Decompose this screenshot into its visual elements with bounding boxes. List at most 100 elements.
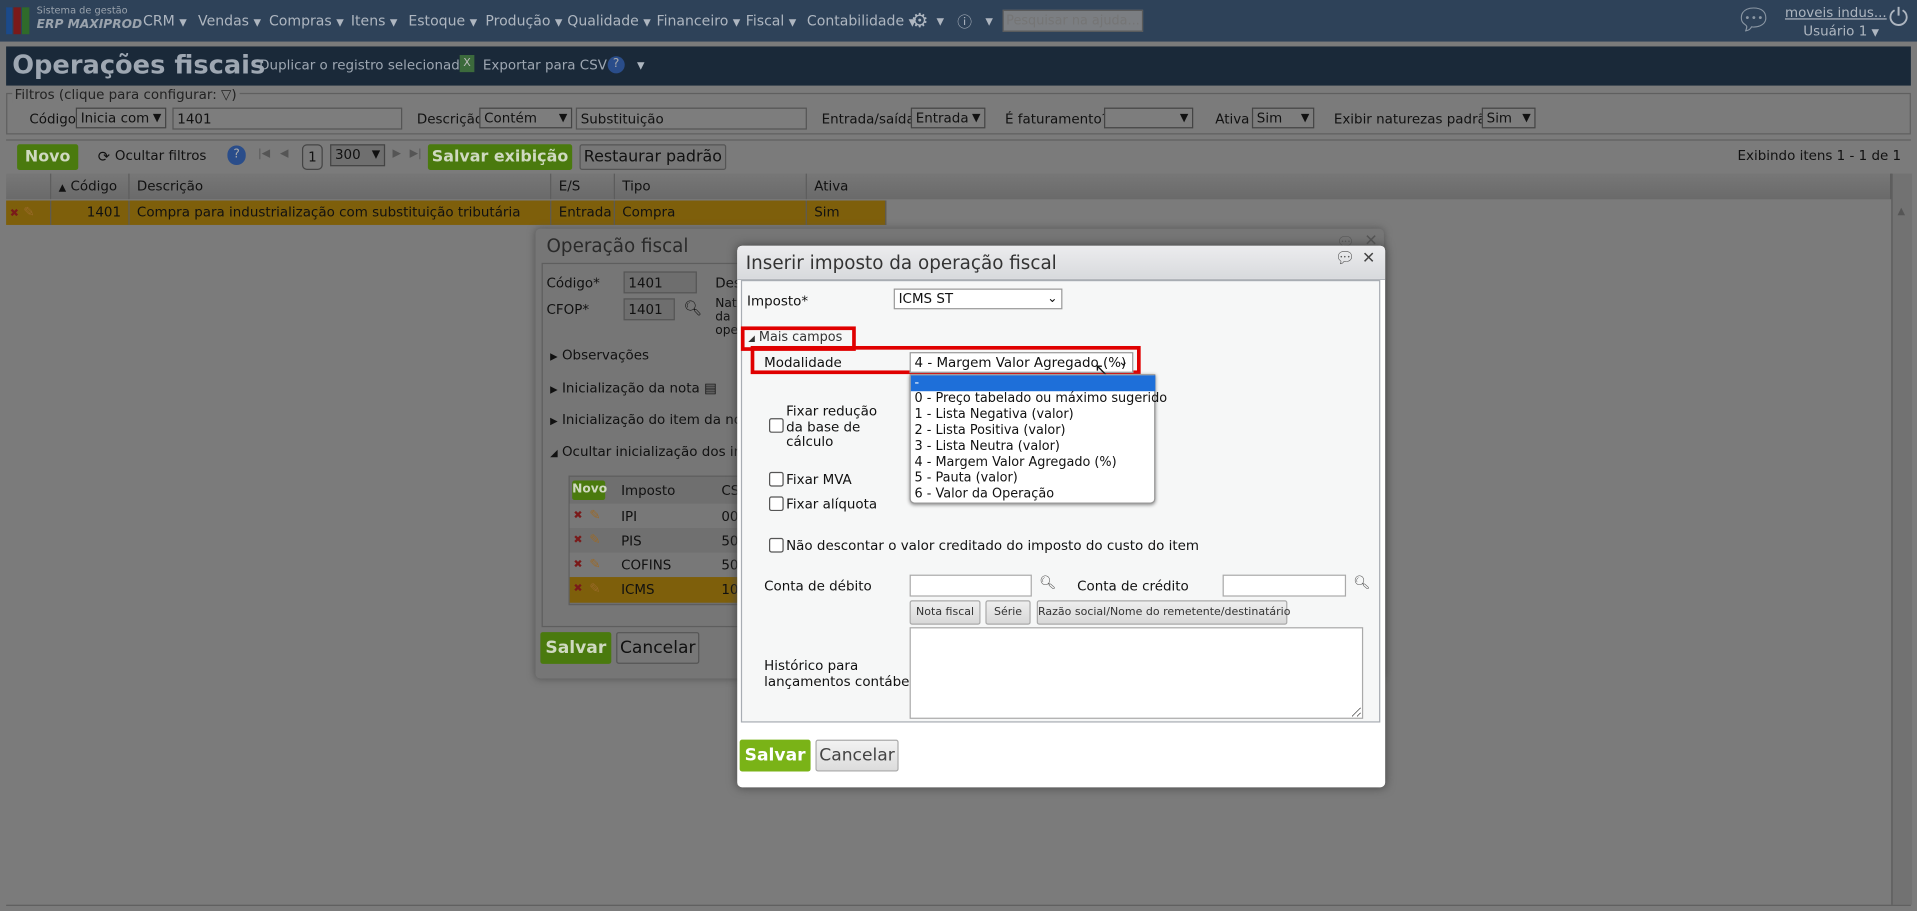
last-page-icon[interactable]: ▶| — [410, 148, 422, 160]
edit-icon[interactable]: ✎ — [589, 556, 600, 572]
modalidade-option[interactable]: 2 - Lista Positiva (valor) — [911, 423, 1156, 439]
duplicate-link[interactable]: Duplicar o registro selecionado — [259, 57, 468, 73]
section-observacoes[interactable]: ▶ Observações — [550, 347, 649, 363]
help-search-input[interactable] — [1002, 9, 1144, 32]
codigo-input[interactable]: 1401 — [623, 271, 697, 294]
filters-legend[interactable]: Filtros (clique para configurar: ▽) — [12, 86, 240, 103]
section-impostos[interactable]: ◢ Ocultar inicialização dos impo — [550, 444, 763, 460]
next-page-icon[interactable]: ▶ — [392, 148, 400, 160]
modalidade-option[interactable]: 3 - Lista Neutra (valor) — [911, 439, 1156, 455]
search-icon[interactable]: 🔍︎ — [1353, 575, 1370, 591]
edit-icon[interactable]: ✎ — [589, 507, 600, 523]
chat-icon[interactable]: 💬︎ — [1735, 2, 1772, 36]
column-header-codigo[interactable]: ▲ Código — [51, 173, 130, 200]
ativa-select[interactable]: Sim ▼ — [1251, 107, 1315, 129]
power-icon[interactable]: ⏻ — [1889, 2, 1908, 31]
table-row[interactable]: ✖ ✎ COFINS 50 — [569, 552, 741, 578]
menu-estoque[interactable]: Estoque ▼ — [408, 12, 477, 29]
cancelar-button[interactable]: Cancelar — [616, 632, 700, 664]
menu-crm[interactable]: CRM ▼ — [143, 12, 187, 29]
exibir-naturezas-select[interactable]: Sim ▼ — [1481, 107, 1536, 129]
refresh-icon[interactable]: ⟳ — [98, 148, 110, 165]
table-row[interactable]: ✖ ✎ ICMS 10 — [569, 577, 741, 603]
user-menu[interactable]: Usuário 1 ▼ — [1803, 23, 1879, 39]
menu-itens[interactable]: Itens ▼ — [351, 12, 398, 29]
first-page-icon[interactable]: |◀ — [258, 148, 270, 160]
token-nota-fiscal-button[interactable]: Nota fiscal — [909, 600, 981, 625]
restaurar-padrao-button[interactable]: Restaurar padrão — [579, 144, 727, 170]
modalidade-option[interactable]: 4 - Margem Valor Agregado (%) — [911, 455, 1156, 471]
conta-debito-input[interactable] — [909, 574, 1032, 597]
menu-fiscal[interactable]: Fiscal ▼ — [746, 12, 797, 29]
section-inicializacao-item[interactable]: ▶ Inicialização do item da nota — [550, 412, 755, 428]
search-icon[interactable]: 🔍︎ — [1039, 575, 1056, 591]
modalidade-option[interactable]: 5 - Pauta (valor) — [911, 471, 1156, 487]
page-size-select[interactable]: 300 ▼ — [330, 144, 386, 167]
column-header-es[interactable]: E/S — [551, 173, 615, 200]
edit-icon[interactable]: ✎ — [589, 581, 600, 597]
codigo-filter-input[interactable]: 1401 — [172, 107, 403, 130]
column-header-tipo[interactable]: Tipo — [614, 173, 807, 200]
delete-icon[interactable]: ✖ — [573, 583, 582, 595]
help-icon[interactable]: ? — [607, 56, 625, 74]
gear-caret-icon[interactable]: ▼ — [936, 16, 944, 27]
menu-financeiro[interactable]: Financeiro ▼ — [657, 12, 741, 29]
menu-vendas[interactable]: Vendas ▼ — [198, 12, 261, 29]
scrollbar[interactable]: ▲ — [1891, 173, 1913, 905]
token-razao-social-button[interactable]: Razão social/Nome do remetente/destinatá… — [1036, 600, 1290, 625]
chat-icon[interactable]: 💬︎ — [1335, 249, 1355, 267]
modalidade-option[interactable]: 0 - Preço tabelado ou máximo sugerido — [911, 391, 1167, 407]
prev-page-icon[interactable]: ◀ — [280, 148, 288, 160]
entrada-saida-select[interactable]: Entrada ▼ — [910, 107, 986, 129]
modalidade-option[interactable]: - — [910, 375, 1156, 392]
edit-icon[interactable]: ✎ — [589, 532, 600, 548]
salvar-exibicao-button[interactable]: Salvar exibição — [427, 144, 573, 170]
cfop-input[interactable]: 1401 — [623, 298, 675, 321]
menu-compras[interactable]: Compras ▼ — [269, 12, 344, 29]
section-inicializacao-nota[interactable]: ▶ Inicialização da nota ▤ — [550, 380, 717, 396]
delete-icon[interactable]: ✖ — [10, 208, 19, 220]
filter-icon[interactable]: ▽ — [221, 87, 231, 103]
descricao-filter-input[interactable]: Substituição — [575, 107, 807, 130]
codigo-operator-select[interactable]: Inicia com ▼ — [75, 107, 167, 129]
menu-producao[interactable]: Produção ▼ — [485, 12, 562, 29]
column-header-descricao[interactable]: Descrição — [129, 173, 552, 200]
historico-textarea[interactable] — [909, 627, 1364, 719]
nao-descontar-checkbox[interactable] — [769, 537, 784, 553]
imposto-select[interactable]: ICMS ST ⌄ — [893, 288, 1063, 310]
novo-button[interactable]: Novo — [17, 144, 79, 170]
tax-novo-button[interactable]: Novo — [572, 480, 607, 501]
table-row[interactable]: ✖ ✎ PIS 50 — [569, 528, 741, 553]
conta-credito-input[interactable] — [1222, 574, 1347, 597]
help-caret-icon[interactable]: ▼ — [637, 60, 645, 71]
faturamento-select[interactable]: ▼ — [1103, 107, 1194, 129]
ocultar-filtros-button[interactable]: Ocultar filtros — [115, 148, 207, 164]
company-link[interactable]: moveis indus... — [1785, 5, 1887, 21]
modalidade-option[interactable]: 1 - Lista Negativa (valor) — [911, 407, 1156, 423]
menu-contabilidade[interactable]: Contabilidade ▼ — [807, 12, 916, 29]
descricao-operator-select[interactable]: Contém ▼ — [479, 107, 573, 129]
table-row[interactable]: ✖ ✎ IPI 00 — [569, 503, 741, 529]
delete-icon[interactable]: ✖ — [573, 534, 582, 546]
salvar-button[interactable]: Salvar — [540, 632, 612, 664]
fixar-aliquota-checkbox[interactable] — [769, 496, 784, 512]
menu-qualidade[interactable]: Qualidade ▼ — [567, 12, 651, 29]
token-serie-button[interactable]: Série — [985, 600, 1031, 625]
cancelar-button[interactable]: Cancelar — [815, 739, 899, 772]
delete-icon[interactable]: ✖ — [573, 559, 582, 571]
page-number-input[interactable]: 1 — [301, 144, 323, 170]
salvar-button[interactable]: Salvar — [739, 739, 811, 772]
help-icon[interactable]: ? — [227, 145, 246, 166]
mais-campos-toggle[interactable]: ◢ Mais campos — [748, 330, 842, 345]
scroll-up-icon[interactable]: ▲ — [1897, 205, 1905, 216]
gear-icon[interactable]: ⚙ — [911, 9, 929, 32]
column-header-ativa[interactable]: Ativa — [806, 173, 1892, 200]
fixar-reducao-checkbox[interactable] — [769, 418, 784, 433]
close-icon[interactable]: ✕ — [1362, 249, 1375, 267]
help-caret-icon[interactable]: ▼ — [985, 16, 993, 27]
delete-icon[interactable]: ✖ — [573, 510, 582, 522]
edit-icon[interactable]: ✎ — [23, 204, 34, 220]
fixar-mva-checkbox[interactable] — [769, 471, 784, 487]
search-icon[interactable]: 🔍︎ — [683, 300, 702, 317]
modalidade-option[interactable]: 6 - Valor da Operação — [911, 487, 1156, 503]
